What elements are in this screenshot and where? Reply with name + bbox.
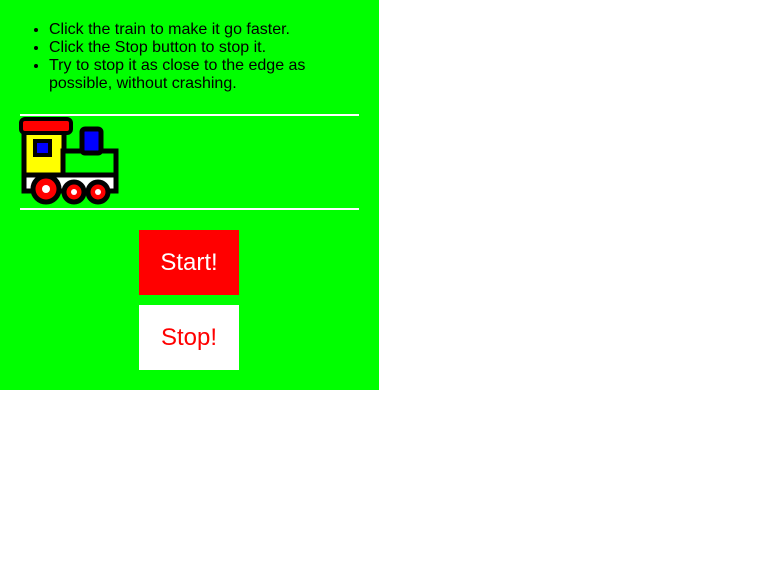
track-top-line — [20, 114, 359, 116]
instruction-item: Click the Stop button to stop it. — [49, 39, 349, 57]
instructions-list: Click the train to make it go faster. Cl… — [31, 21, 349, 93]
instruction-item: Try to stop it as close to the edge as p… — [49, 57, 349, 93]
instruction-item: Click the train to make it go faster. — [49, 21, 349, 39]
game-panel: Click the train to make it go faster. Cl… — [0, 0, 379, 390]
stop-button[interactable]: Stop! — [139, 305, 239, 370]
start-button[interactable]: Start! — [139, 230, 239, 295]
track-bottom-line — [20, 208, 359, 210]
train-icon[interactable] — [18, 117, 120, 208]
